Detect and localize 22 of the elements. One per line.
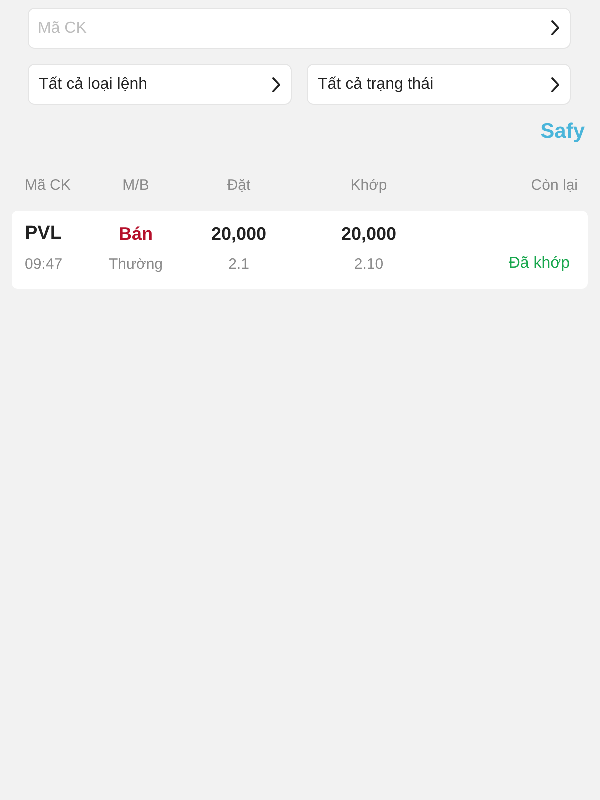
matched-quantity: 20,000 (341, 224, 397, 244)
order-status: Đã khớp (508, 255, 570, 273)
order-type: Thường (108, 256, 164, 272)
column-header: Mã CK (25, 176, 71, 194)
stock-code-field[interactable]: Mã CK (28, 8, 571, 49)
order-time: 09:47 (25, 256, 63, 272)
order-quantity: 20,000 (211, 224, 267, 244)
order-price: 2.1 (228, 256, 250, 272)
order-side: Bán (118, 224, 153, 244)
order-row-card[interactable]: PVL Bán 20,000 20,000 09:47 Thường 2.1 2.10 Đã khớp (12, 211, 588, 289)
chevron-right-icon (551, 76, 560, 92)
column-header: Đặt (227, 176, 251, 194)
matched-price: 2.10 (354, 256, 384, 272)
stock-symbol: PVL (25, 223, 62, 245)
filter-dropdown-button[interactable]: Tất cả loại lệnh (28, 64, 292, 105)
brand-logo-text: Safy (540, 119, 585, 145)
chevron-right-icon (272, 76, 281, 92)
column-header: M/B (122, 176, 150, 194)
filter-dropdown-button[interactable]: Tất cả trạng thái (307, 64, 571, 105)
chevron-right-icon (551, 20, 560, 36)
column-header: Còn lại (531, 176, 578, 194)
column-header: Khớp (350, 176, 388, 194)
